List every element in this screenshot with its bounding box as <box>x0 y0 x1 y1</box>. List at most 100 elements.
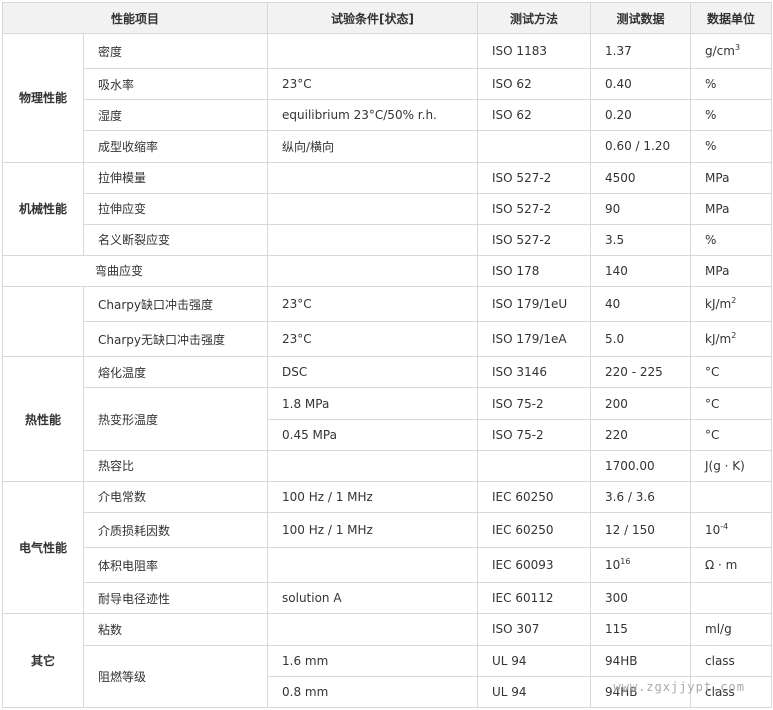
table-row: 电气性能 介电常数 100 Hz / 1 MHz IEC 60250 3.6 /… <box>2 480 773 615</box>
condition-cell: 1.8 MPa <box>267 387 479 420</box>
unit-cell: % <box>690 68 773 101</box>
table-row: 介质损耗因数 100 Hz / 1 MHz IEC 60250 12 / 150… <box>3 511 773 549</box>
condition-cell <box>267 613 479 646</box>
condition-cell <box>267 254 479 288</box>
header-row: 性能项目 试验条件[状态] 测试方法 测试数据 数据单位 <box>1 2 773 34</box>
property-cell: 介质损耗因数 <box>82 511 269 549</box>
property-cell: Charpy无缺口冲击强度 <box>82 321 269 358</box>
value-cell: 3.6 / 3.6 <box>590 480 692 513</box>
table-row: 湿度 equilibrium 23°C/50% r.h. ISO 62 0.20… <box>3 99 773 132</box>
unit-cell: Ω · m <box>690 547 773 584</box>
table-row: 弯曲应变 ISO 178 140 MPa <box>1 254 773 288</box>
property-cell: 耐导电径迹性 <box>82 582 269 615</box>
unit-text: kJ/m <box>705 297 732 312</box>
property-cell: 拉伸应变 <box>82 192 269 225</box>
table-row: 阻燃等级 1.6 mm UL 94 94HB class <box>3 644 773 709</box>
watermark: www.zgxjjypt.com <box>613 680 745 694</box>
table-row: Charpy缺口冲击强度 23°C ISO 179/1eU 40 kJ/m2 <box>2 286 773 323</box>
property-cell: 拉伸模量 <box>82 161 269 194</box>
condition-cell: 100 Hz / 1 MHz <box>267 480 479 513</box>
property-cell: 阻燃等级 <box>82 644 269 709</box>
group-label: 热性能 <box>2 356 84 482</box>
condition-cell: 100 Hz / 1 MHz <box>267 511 479 549</box>
group-label: 其它 <box>2 613 84 708</box>
property-cell: 热容比 <box>82 449 269 482</box>
value-cell: 1700.00 <box>590 449 692 482</box>
method-cell: ISO 62 <box>477 99 592 132</box>
method-cell: ISO 307 <box>477 613 592 646</box>
unit-cell: kJ/m2 <box>690 321 773 358</box>
table-row: 名义断裂应变 ISO 527-2 3.5 % <box>3 223 773 256</box>
condition-cell <box>267 32 479 70</box>
condition-cell: equilibrium 23°C/50% r.h. <box>267 99 479 132</box>
value-cell: 90 <box>590 192 692 225</box>
unit-text: g/cm <box>705 44 735 59</box>
unit-superscript: 3 <box>734 43 741 53</box>
method-cell <box>477 449 592 482</box>
value-cell: 1.37 <box>590 32 692 70</box>
method-cell: ISO 179/1eU <box>477 286 592 323</box>
property-cell: 成型收缩率 <box>82 130 269 163</box>
group-label: 电气性能 <box>2 480 84 615</box>
condition-cell: 0.45 MPa <box>267 418 479 451</box>
method-cell: ISO 1183 <box>477 32 592 70</box>
table-row: 拉伸应变 ISO 527-2 90 MPa <box>3 192 773 225</box>
condition-cell <box>267 547 479 584</box>
condition-cell: 23°C <box>267 286 479 323</box>
table-row: 耐导电径迹性 solution A IEC 60112 300 <box>3 582 773 615</box>
value-cell: 0.60 / 1.20 <box>590 130 692 163</box>
unit-cell: % <box>690 130 773 163</box>
header-unit: 数据单位 <box>690 2 773 34</box>
unit-text: 10 <box>705 523 721 538</box>
header-method: 测试方法 <box>477 2 592 34</box>
condition-cell <box>267 449 479 482</box>
value-cell: 5.0 <box>590 321 692 358</box>
property-cell: 体积电阻率 <box>82 547 269 584</box>
unit-cell: 10-4 <box>690 511 773 549</box>
unit-cell: % <box>690 99 773 132</box>
value-cell: 0.40 <box>590 68 692 101</box>
property-cell: 名义断裂应变 <box>82 223 269 256</box>
unit-cell: ml/g <box>690 613 773 646</box>
unit-cell: °C <box>690 387 773 420</box>
unit-cell: °C <box>690 356 773 389</box>
property-cell: 湿度 <box>82 99 269 132</box>
method-cell: IEC 60093 <box>477 547 592 584</box>
method-cell <box>477 130 592 163</box>
property-cell: Charpy缺口冲击强度 <box>82 286 269 323</box>
condition-cell: 23°C <box>267 321 479 358</box>
table-row: Charpy无缺口冲击强度 23°C ISO 179/1eA 5.0 kJ/m2 <box>2 321 773 358</box>
method-cell: IEC 60112 <box>477 582 592 615</box>
unit-cell: kJ/m2 <box>690 286 773 323</box>
table-row: 热变形温度 1.8 MPa ISO 75-2 200 °C <box>3 387 773 451</box>
table-row: 物理性能 密度 ISO 1183 1.37 g/cm3 <box>2 32 773 163</box>
property-cell: 弯曲应变 <box>1 254 269 288</box>
property-cell: 粘数 <box>82 613 269 646</box>
unit-superscript: 2 <box>731 296 737 306</box>
property-cell: 密度 <box>82 32 269 70</box>
condition-cell <box>267 223 479 256</box>
unit-cell: % <box>690 223 773 256</box>
value-cell: 94HB <box>590 644 692 677</box>
group-label: 机械性能 <box>2 161 84 256</box>
value-cell: 115 <box>590 613 692 646</box>
header-property: 性能项目 <box>1 2 269 34</box>
value-superscript: 16 <box>620 557 631 567</box>
condition-cell: 纵向/横向 <box>267 130 479 163</box>
method-cell: ISO 75-2 <box>477 387 592 420</box>
unit-cell: class <box>690 644 773 677</box>
value-cell: 40 <box>590 286 692 323</box>
method-cell: IEC 60250 <box>477 480 592 513</box>
group-spacer <box>2 286 84 322</box>
group-label: 物理性能 <box>2 33 84 163</box>
spec-table: 性能项目 试验条件[状态] 测试方法 测试数据 数据单位 物理性能 密度 ISO… <box>1 2 773 709</box>
value-cell: 140 <box>590 254 692 288</box>
value-cell: 220 - 225 <box>590 356 692 389</box>
unit-cell: J(g · K) <box>690 449 773 482</box>
unit-cell <box>690 480 773 513</box>
table-row: 热容比 1700.00 J(g · K) <box>3 449 773 482</box>
table-row: 体积电阻率 IEC 60093 1016 Ω · m <box>3 547 773 584</box>
value-text: 10 <box>605 558 621 573</box>
condition-cell <box>267 192 479 225</box>
method-cell: ISO 75-2 <box>477 418 592 451</box>
